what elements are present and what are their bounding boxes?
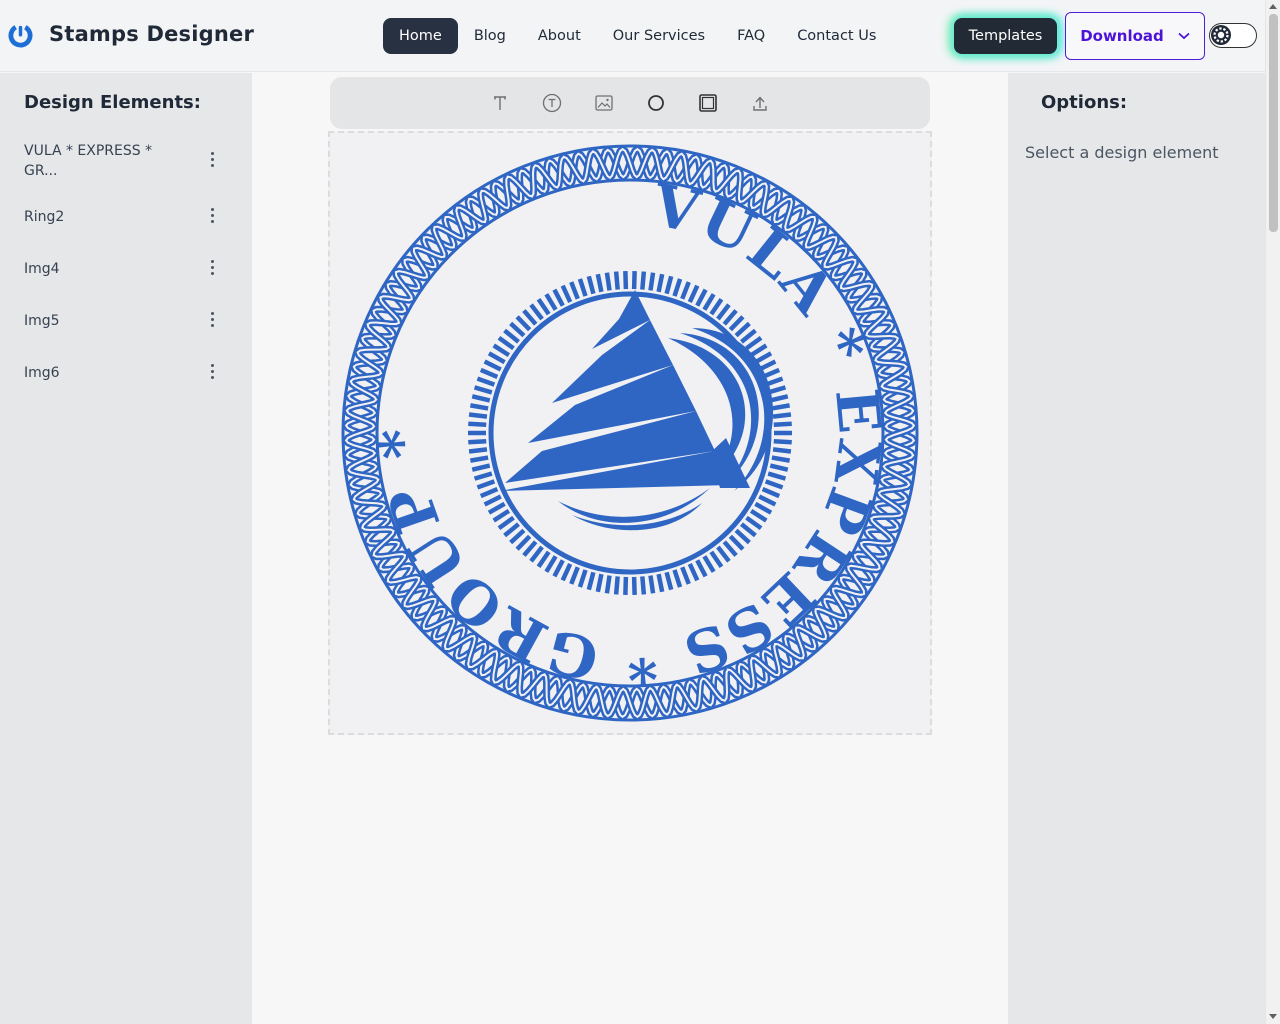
design-element-label: Img4 — [24, 261, 60, 277]
templates-button[interactable]: Templates — [954, 18, 1057, 54]
design-element-item[interactable]: Img6 — [24, 363, 229, 383]
design-element-label: Ring2 — [24, 209, 65, 225]
kebab-menu-icon[interactable] — [209, 260, 215, 278]
download-button[interactable]: Download — [1065, 12, 1205, 60]
nav-blog[interactable]: Blog — [458, 18, 522, 54]
nav-home[interactable]: Home — [383, 18, 458, 54]
image-icon[interactable] — [593, 92, 615, 114]
design-element-item[interactable]: Img5 — [24, 311, 229, 331]
upload-icon[interactable] — [749, 92, 771, 114]
options-hint: Select a design element — [1025, 143, 1219, 162]
design-element-label: Img5 — [24, 313, 60, 329]
stamp-preview[interactable]: VULA * EXPRESS * GROUP * PTY * LTD * — [304, 79, 930, 733]
design-toolbar — [330, 77, 930, 129]
curved-text-icon[interactable] — [541, 92, 563, 114]
download-label: Download — [1080, 27, 1164, 45]
square-frame-icon[interactable] — [697, 92, 719, 114]
design-element-item[interactable]: Img4 — [24, 259, 229, 279]
design-elements-panel: Design Elements: VULA * EXPRESS * GR... … — [0, 73, 252, 1024]
text-icon[interactable] — [489, 92, 511, 114]
kebab-menu-icon[interactable] — [209, 152, 215, 170]
app-title[interactable]: Stamps Designer — [49, 22, 254, 46]
kebab-menu-icon[interactable] — [209, 208, 215, 226]
nav-our-services[interactable]: Our Services — [597, 18, 721, 54]
nav-contact-us[interactable]: Contact Us — [781, 18, 892, 54]
design-element-label: VULA * EXPRESS * GR... — [24, 143, 153, 179]
gear-icon — [1211, 25, 1231, 45]
design-elements-title: Design Elements: — [24, 92, 201, 113]
kebab-menu-icon[interactable] — [209, 312, 215, 330]
design-element-item[interactable]: VULA * EXPRESS * GR... — [24, 141, 229, 181]
kebab-menu-icon[interactable] — [209, 364, 215, 382]
scroll-down-arrow-icon[interactable] — [1269, 1014, 1277, 1019]
nav-faq[interactable]: FAQ — [721, 18, 781, 54]
app-logo-icon[interactable] — [8, 23, 33, 48]
design-element-label: Img6 — [24, 365, 60, 381]
theme-toggle[interactable] — [1209, 23, 1257, 48]
scroll-thumb[interactable] — [1269, 14, 1278, 232]
design-element-item[interactable]: Ring2 — [24, 207, 229, 227]
options-panel: Options: Select a design element — [1008, 73, 1265, 1024]
nav-about[interactable]: About — [522, 18, 597, 54]
chevron-down-icon — [1178, 32, 1190, 40]
scroll-up-arrow-icon[interactable] — [1269, 4, 1277, 9]
options-title: Options: — [1041, 92, 1128, 113]
design-canvas[interactable]: VULA * EXPRESS * GROUP * PTY * LTD * — [304, 79, 932, 735]
page-scrollbar[interactable] — [1265, 0, 1280, 1024]
circle-icon[interactable] — [645, 92, 667, 114]
app-header: Stamps Designer Home Blog About Our Serv… — [0, 0, 1265, 72]
main-nav: Home Blog About Our Services FAQ Contact… — [383, 18, 892, 54]
